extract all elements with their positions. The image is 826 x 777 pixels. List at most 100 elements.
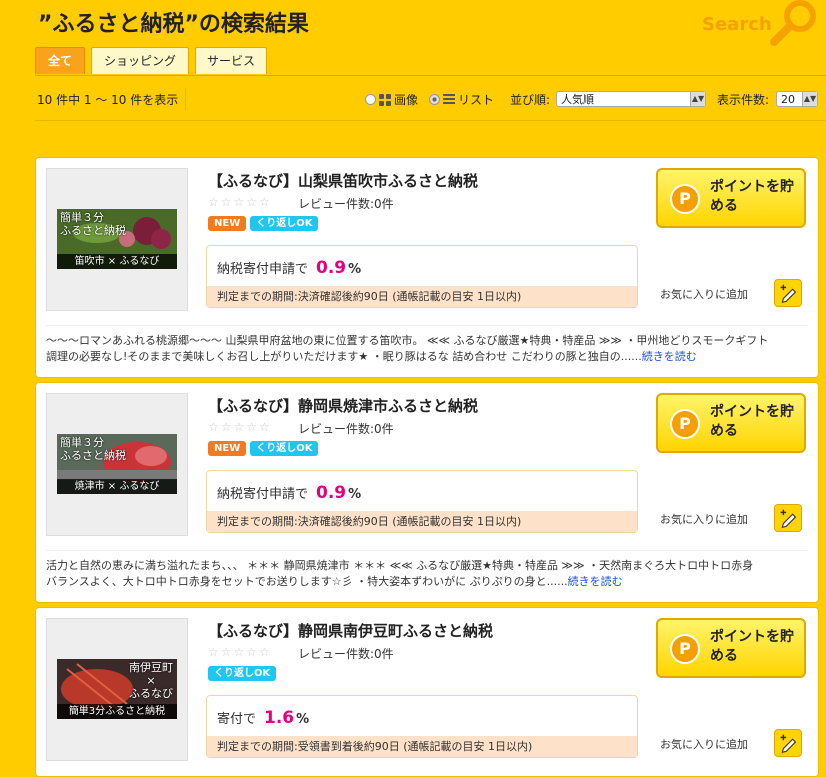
read-more-link[interactable]: 続きを読む: [642, 350, 697, 363]
rate-value: 0.9: [316, 258, 347, 278]
earn-points-label: ポイントを貯める: [710, 404, 794, 439]
new-badge: NEW: [208, 441, 247, 456]
result-title[interactable]: 【ふるなび】静岡県南伊豆町ふるさと納税: [208, 620, 493, 641]
thumbnail-caption: ×: [146, 674, 156, 687]
add-favorite-button[interactable]: [774, 504, 802, 532]
rate-unit: %: [296, 712, 310, 727]
description-line: 活力と自然の恵みに満ち溢れたまち、、、 ＊＊＊ 静岡県焼津市 ＊＊＊ ≪≪ ふる…: [46, 559, 754, 572]
description-line: 調理の必要なし!そのままで美味しくお召し上がりいただけます★ ・眠り豚はるな 詰…: [46, 350, 642, 363]
point-rate-box: 寄付で 1.6% 判定までの期間:受領書到着後約90日 (通帳記載の目安 1日以内…: [206, 695, 638, 758]
search-decoration-text: Search: [702, 14, 772, 35]
pencil-plus-icon: [780, 509, 797, 529]
read-more-link[interactable]: 続きを読む: [568, 575, 623, 588]
result-description: 活力と自然の恵みに満ち溢れたまち、、、 ＊＊＊ 静岡県焼津市 ＊＊＊ ≪≪ ふる…: [46, 558, 808, 590]
pencil-plus-icon: [780, 734, 797, 754]
thumbnail-bar: 焼津市 × ふるなび: [57, 479, 177, 494]
rate-label: 寄付で: [217, 712, 257, 727]
review-count: レビュー件数:0件: [298, 197, 394, 211]
result-card: 南伊豆町 × ふるなび 簡単3分ふるさと納税 【ふるなび】静岡県南伊豆町ふるさと…: [35, 607, 819, 777]
earn-points-label: ポイントを貯める: [710, 179, 794, 214]
thumbnail-caption: ふるなび: [129, 687, 173, 700]
rate-value: 0.9: [316, 483, 347, 503]
favorite-label[interactable]: お気に入りに追加: [660, 511, 748, 527]
add-favorite-button[interactable]: [774, 279, 802, 307]
rate-label: 納税寄付申請で: [217, 262, 309, 277]
thumbnail-caption: 簡単３分: [60, 436, 104, 449]
per-page-value: 20: [781, 93, 795, 106]
result-thumbnail[interactable]: 簡単３分 ふるさと納税 焼津市 × ふるなび: [57, 434, 177, 494]
judgment-period: 判定までの期間:決済確認後約90日 (通帳記載の目安 1日以内): [207, 286, 637, 307]
favorite-label[interactable]: お気に入りに追加: [660, 286, 748, 302]
thumbnail-caption: ふるさと納税: [60, 224, 126, 237]
rate-unit: %: [348, 487, 362, 502]
page-title: ”ふるさと納税”の検索結果: [38, 12, 309, 37]
review-count: レビュー件数:0件: [298, 422, 394, 436]
tab-all[interactable]: 全て: [35, 47, 85, 74]
view-list-radio[interactable]: [429, 94, 440, 105]
grid-icon: [379, 93, 391, 106]
point-p-icon: P: [670, 634, 700, 664]
view-image-label: 画像: [394, 93, 419, 107]
chevron-updown-icon: ▲▼: [690, 92, 705, 106]
point-rate-box: 納税寄付申請で 0.9% 判定までの期間:決済確認後約90日 (通帳記載の目安 1…: [206, 470, 638, 533]
result-thumbnail-frame[interactable]: 簡単３分 ふるさと納税 焼津市 × ふるなび: [46, 393, 188, 536]
description-line: 〜〜〜ロマンあふれる桃源郷〜〜〜 山梨県甲府盆地の東に位置する笛吹市。 ≪≪ ふ…: [46, 334, 769, 347]
badge-group: NEW くり返しOK: [208, 441, 319, 457]
result-title[interactable]: 【ふるなび】静岡県焼津市ふるさと納税: [208, 395, 478, 416]
results-toolbar: 10 件中 1 〜 10 件を表示 画像 リスト 並び順: 人気順 ▲▼ 表示件…: [35, 84, 826, 114]
thumbnail-bar: 簡単3分ふるさと納税: [57, 704, 177, 719]
point-rate-box: 納税寄付申請で 0.9% 判定までの期間:決済確認後約90日 (通帳記載の目安 1…: [206, 245, 638, 308]
result-thumbnail-frame[interactable]: 簡単３分 ふるさと納税 笛吹市 × ふるなび: [46, 168, 188, 311]
description-line: バランスよく、大トロ中トロ赤身をセットでお送りします☆彡 ・特大姿本ずわいがに …: [46, 575, 568, 588]
review-count: レビュー件数:0件: [298, 647, 394, 661]
add-favorite-button[interactable]: [774, 729, 802, 757]
rate-unit: %: [348, 262, 362, 277]
rate-label: 納税寄付申請で: [217, 487, 309, 502]
per-page-select[interactable]: 20 ▲▼: [776, 91, 818, 107]
repeat-ok-badge: くり返しOK: [250, 441, 319, 456]
sort-selected-value: 人気順: [561, 93, 594, 106]
tab-service[interactable]: サービス: [195, 47, 267, 74]
star-rating: ☆☆☆☆☆: [208, 645, 272, 659]
description-divider: [46, 325, 808, 326]
earn-points-button[interactable]: P ポイントを貯める: [656, 618, 806, 678]
toolbar-divider-line: [35, 120, 826, 121]
tab-divider: [35, 75, 826, 76]
view-list-label: リスト: [458, 93, 495, 107]
result-thumbnail[interactable]: 南伊豆町 × ふるなび 簡単3分ふるさと納税: [57, 659, 177, 719]
result-title[interactable]: 【ふるなび】山梨県笛吹市ふるさと納税: [208, 170, 478, 191]
toolbar-divider: [185, 88, 186, 110]
judgment-period: 判定までの期間:決済確認後約90日 (通帳記載の目安 1日以内): [207, 511, 637, 532]
rate-value: 1.6: [264, 708, 295, 728]
tab-shopping[interactable]: ショッピング: [91, 47, 189, 74]
pencil-plus-icon: [780, 284, 797, 304]
per-page-label: 表示件数:: [717, 93, 770, 107]
earn-points-button[interactable]: P ポイントを貯める: [656, 168, 806, 228]
list-icon: [443, 94, 455, 105]
view-image-option[interactable]: 画像: [365, 91, 418, 108]
star-rating: ☆☆☆☆☆: [208, 420, 272, 434]
result-thumbnail[interactable]: 簡単３分 ふるさと納税 笛吹市 × ふるなび: [57, 209, 177, 269]
earn-points-button[interactable]: P ポイントを貯める: [656, 393, 806, 453]
page-header: ”ふるさと納税”の検索結果 Search: [0, 0, 826, 48]
sort-select[interactable]: 人気順 ▲▼: [556, 91, 706, 107]
result-thumbnail-frame[interactable]: 南伊豆町 × ふるなび 簡単3分ふるさと納税: [46, 618, 188, 761]
earn-points-label: ポイントを貯める: [710, 629, 794, 664]
point-p-icon: P: [670, 184, 700, 214]
view-image-radio[interactable]: [365, 94, 376, 105]
new-badge: NEW: [208, 216, 247, 231]
result-card: 簡単３分 ふるさと納税 焼津市 × ふるなび 【ふるなび】静岡県焼津市ふるさと納…: [35, 382, 819, 603]
badge-group: NEW くり返しOK: [208, 216, 319, 232]
badge-group: くり返しOK: [208, 666, 277, 682]
judgment-period: 判定までの期間:受領書到着後約90日 (通帳記載の目安 1日以内): [207, 736, 637, 757]
thumbnail-bar: 笛吹市 × ふるなび: [57, 254, 177, 269]
search-magnifier-icon: [770, 0, 816, 46]
view-list-option[interactable]: リスト: [429, 91, 494, 108]
description-divider: [46, 550, 808, 551]
point-p-icon: P: [670, 409, 700, 439]
result-description: 〜〜〜ロマンあふれる桃源郷〜〜〜 山梨県甲府盆地の東に位置する笛吹市。 ≪≪ ふ…: [46, 333, 808, 365]
result-card: 簡単３分 ふるさと納税 笛吹市 × ふるなび 【ふるなび】山梨県笛吹市ふるさと納…: [35, 157, 819, 378]
star-rating: ☆☆☆☆☆: [208, 195, 272, 209]
favorite-label[interactable]: お気に入りに追加: [660, 736, 748, 752]
thumbnail-caption: 簡単３分: [60, 211, 104, 224]
